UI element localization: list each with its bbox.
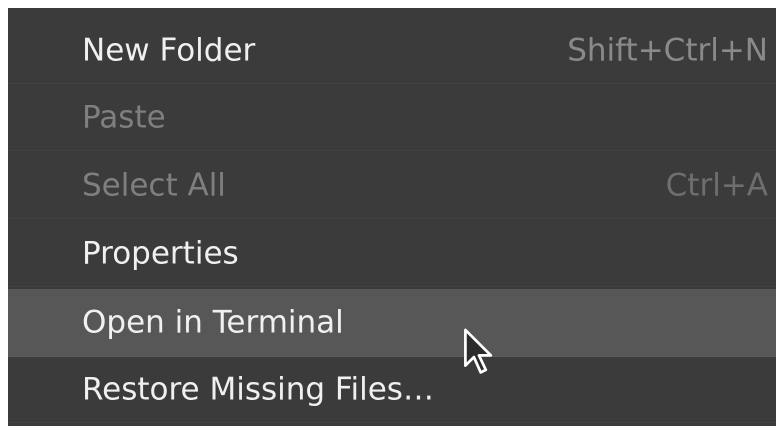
menu-item-properties[interactable]: Properties xyxy=(8,221,776,287)
menu-item-restore-missing-files[interactable]: Restore Missing Files… xyxy=(8,357,776,423)
menu-item-label: Paste xyxy=(82,99,166,135)
menu-item-label: Properties xyxy=(82,235,239,271)
menu-item-paste: Paste xyxy=(8,85,776,151)
menu-item-accelerator: Ctrl+A xyxy=(665,167,768,203)
arrow-pointer-icon xyxy=(464,328,493,374)
menu-item-new-folder[interactable]: New Folder Shift+Ctrl+N xyxy=(8,18,776,84)
menu-item-label: Restore Missing Files… xyxy=(82,371,434,407)
context-menu: New Folder Shift+Ctrl+N Paste Select All… xyxy=(8,8,776,426)
menu-item-open-in-terminal[interactable]: Open in Terminal xyxy=(8,289,776,357)
menu-item-select-all: Select All Ctrl+A xyxy=(8,153,776,219)
menu-item-label: New Folder xyxy=(82,32,256,68)
menu-item-label: Select All xyxy=(82,167,226,203)
menu-item-label: Open in Terminal xyxy=(82,304,344,340)
menu-item-accelerator: Shift+Ctrl+N xyxy=(567,32,768,68)
